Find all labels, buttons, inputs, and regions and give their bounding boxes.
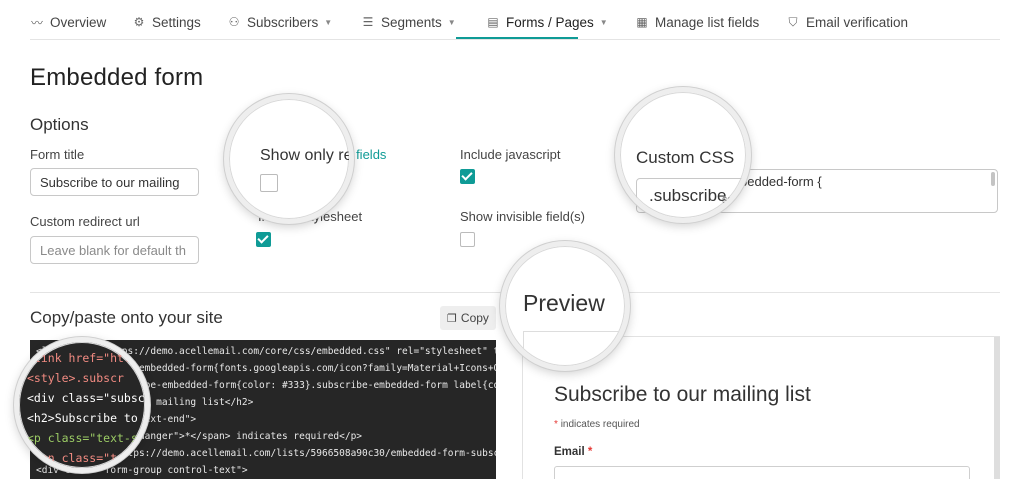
segments-icon: ☰ — [362, 15, 374, 29]
nav-tab-overview[interactable]: 〰 Overview — [30, 12, 106, 32]
chevron-down-icon: ▼ — [447, 17, 456, 27]
nav-tab-settings[interactable]: ⚙ Settings — [132, 12, 201, 32]
nav-tab-label: Subscribers — [247, 14, 319, 30]
required-star: * — [554, 419, 558, 430]
copy-icon: ❐ — [447, 312, 457, 325]
code-zoom-line: <h2>Subscribe to o — [27, 411, 150, 425]
list-nav-tabs: 〰 Overview ⚙ Settings ⚇ Subscribers ▼ ☰ … — [30, 0, 1000, 40]
preview-heading: Preview — [523, 290, 605, 316]
custom-css-snippet-tail: ss — [722, 194, 733, 206]
custom-css-label: Custom CSS — [636, 148, 735, 167]
show-invisible-checkbox[interactable] — [460, 232, 475, 247]
code-zoom-line: <div class="subsc — [27, 391, 145, 405]
copy-button-label: Copy — [460, 311, 489, 325]
preview-email-input[interactable] — [554, 466, 970, 479]
code-zoom-line: <link href="htt — [27, 351, 131, 365]
show-required-label: Show only re — [260, 147, 353, 164]
shield-icon: ⛉ — [788, 14, 798, 29]
magnifier-code: <link href="htt <style>.subscr <div clas… — [14, 337, 150, 473]
gear-icon: ⚙ — [133, 15, 145, 29]
nav-tab-label: Email verification — [806, 14, 909, 30]
magnifier-show-required: Show only re — [224, 94, 354, 224]
preview-frame-zoom — [523, 331, 625, 366]
code-zoom-line: <style>.subscr — [27, 371, 124, 385]
code-zoom-line: <p class="text-sm — [27, 431, 145, 445]
code-zoom-line: span class="te — [27, 451, 124, 465]
nav-tab-label: Overview — [50, 14, 107, 30]
preview-email-label: Email * — [554, 446, 592, 458]
magnifier-preview: Preview — [500, 241, 630, 371]
custom-css-value: bedded-form { — [740, 174, 822, 189]
required-star: * — [587, 446, 593, 458]
users-icon: ⚇ — [228, 15, 240, 29]
copy-button[interactable]: ❐ Copy — [440, 306, 496, 330]
page-title: Embedded form — [30, 64, 204, 91]
email-label-text: Email — [554, 446, 585, 458]
chevron-down-icon: ▼ — [324, 17, 333, 27]
include-stylesheet-checkbox[interactable] — [256, 232, 271, 247]
nav-tab-label: Forms / Pages — [506, 14, 594, 30]
scrollbar[interactable] — [991, 172, 995, 186]
preview-required-note: * indicates required — [554, 419, 640, 430]
magnifier-custom-css: Custom CSS .subscribe ss — [615, 87, 751, 223]
nav-tab-segments[interactable]: ☰ Segments ▼ — [361, 12, 456, 32]
options-heading: Options — [30, 115, 89, 134]
list-fields-icon: ▦ — [636, 15, 648, 29]
form-title-input[interactable] — [30, 168, 199, 196]
form-icon: ▤ — [487, 15, 499, 29]
custom-redirect-label: Custom redirect url — [30, 214, 140, 229]
form-title-label: Form title — [30, 147, 85, 162]
include-javascript-label: Include javascript — [460, 147, 561, 162]
preview-form-title: Subscribe to our mailing list — [554, 383, 811, 406]
nav-tab-forms-pages[interactable]: ▤ Forms / Pages ▼ — [486, 12, 608, 32]
show-invisible-label: Show invisible field(s) — [460, 209, 585, 224]
required-text: indicates required — [560, 419, 640, 430]
active-tab-indicator — [456, 37, 578, 39]
chevron-down-icon: ▼ — [599, 17, 608, 27]
nav-tab-manage-list-fields[interactable]: ▦ Manage list fields — [635, 12, 759, 32]
nav-tab-subscribers[interactable]: ⚇ Subscribers ▼ — [227, 12, 333, 32]
nav-tab-email-verification[interactable]: ⛉ Email verification — [786, 12, 908, 32]
include-javascript-checkbox[interactable] — [460, 169, 475, 184]
show-required-checkbox[interactable] — [260, 174, 278, 192]
nav-tab-label: Manage list fields — [655, 14, 760, 30]
copy-paste-heading: Copy/paste onto your site — [30, 308, 223, 327]
custom-redirect-input[interactable] — [30, 236, 199, 264]
preview-scrollbar[interactable] — [994, 337, 1000, 479]
nav-tab-label: Settings — [152, 14, 201, 30]
nav-tab-label: Segments — [381, 14, 442, 30]
overview-icon: 〰 — [30, 15, 43, 30]
custom-css-snippet: .subscribe — [649, 186, 727, 205]
code-zoom: <link href="htt <style>.subscr <div clas… — [27, 348, 150, 468]
